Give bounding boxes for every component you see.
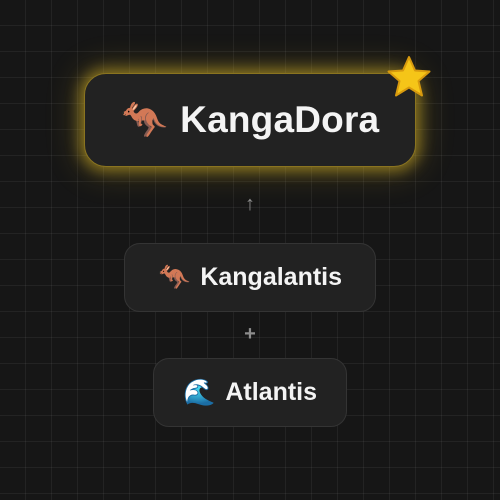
- ingredient-element-card[interactable]: 🦘 Kangalantis: [124, 243, 376, 312]
- plus-icon: +: [244, 323, 256, 345]
- result-element-label: KangaDora: [180, 99, 380, 140]
- kangaroo-icon: 🦘: [157, 262, 191, 293]
- ingredient-element-label: Atlantis: [225, 378, 318, 406]
- arrow-up-icon: ↑: [245, 193, 255, 215]
- ingredient-element-card[interactable]: 🌊 Atlantis: [153, 358, 347, 427]
- result-element-card[interactable]: 🦘 KangaDora: [84, 73, 416, 167]
- ingredient-element-label: Kangalantis: [200, 263, 343, 291]
- kangaroo-icon: 🦘: [120, 98, 169, 142]
- wave-icon: 🌊: [182, 377, 216, 408]
- star-icon: [387, 56, 431, 97]
